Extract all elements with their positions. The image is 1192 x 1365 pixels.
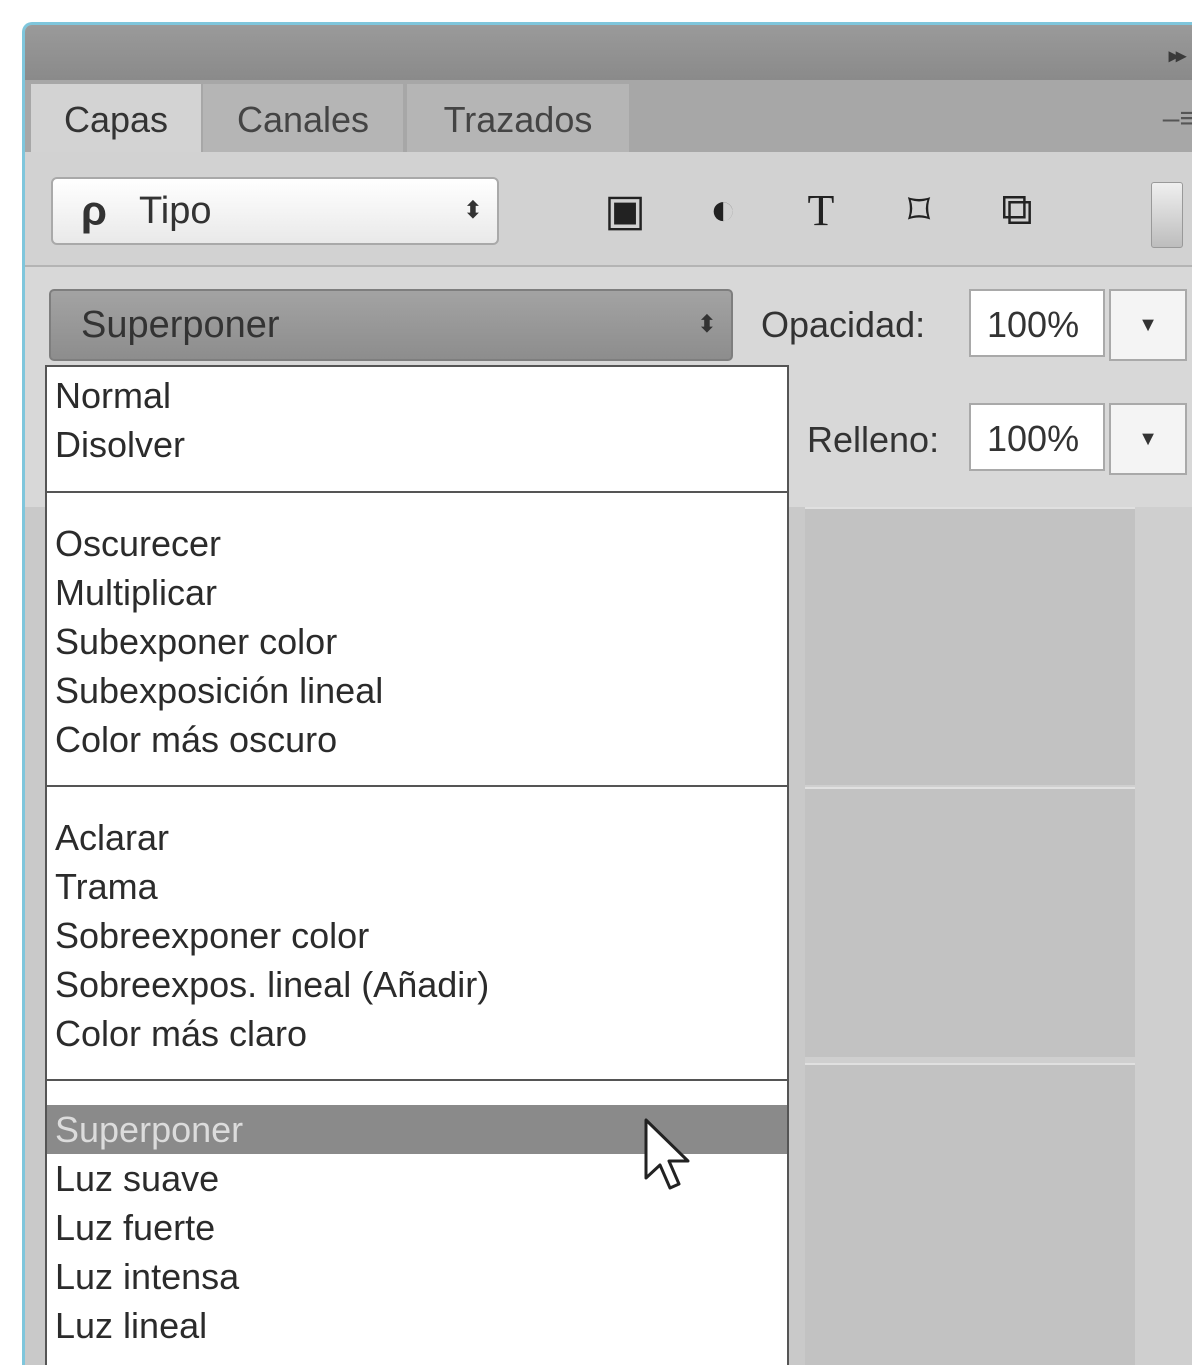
menu-item-luz-lineal[interactable]: Luz lineal bbox=[47, 1301, 787, 1350]
blend-mode-value: Superponer bbox=[81, 304, 280, 346]
layer-row[interactable] bbox=[805, 787, 1135, 1057]
menu-item-luz-intensa[interactable]: Luz intensa bbox=[47, 1252, 787, 1301]
image-filter-icon[interactable]: ▣ bbox=[595, 180, 655, 240]
filter-row: ρ Tipo ⬍ ▣ ◐ T ⌑ ⧉ bbox=[25, 152, 1192, 267]
fill-field[interactable]: 100% bbox=[969, 403, 1105, 471]
opacity-field[interactable]: 100% bbox=[969, 289, 1105, 357]
collapse-icon[interactable]: ▸▸ bbox=[1169, 43, 1186, 68]
menu-group-darken: Oscurecer Multiplicar Subexponer color S… bbox=[47, 493, 787, 787]
layer-row[interactable] bbox=[805, 1063, 1135, 1365]
panel-titlebar[interactable]: ▸▸ bbox=[25, 25, 1192, 80]
menu-item-sobreexponer-color[interactable]: Sobreexponer color bbox=[47, 911, 787, 960]
menu-item-oscurecer[interactable]: Oscurecer bbox=[47, 519, 787, 568]
filter-kind-select[interactable]: ρ Tipo ⬍ bbox=[51, 177, 499, 245]
layer-row[interactable] bbox=[805, 507, 1135, 785]
menu-item-sobreexpos-lineal[interactable]: Sobreexpos. lineal (Añadir) bbox=[47, 960, 787, 1009]
filter-toggle-switch[interactable] bbox=[1151, 182, 1183, 248]
menu-item-aclarar[interactable]: Aclarar bbox=[47, 813, 787, 862]
tab-canales[interactable]: Canales bbox=[203, 84, 403, 152]
updown-arrows-icon: ⬍ bbox=[696, 311, 717, 338]
opacity-label: Opacidad: bbox=[761, 304, 926, 345]
search-icon: ρ bbox=[81, 187, 107, 234]
menu-group-lighten: Aclarar Trama Sobreexponer color Sobreex… bbox=[47, 787, 787, 1081]
menu-item-subexponer-color[interactable]: Subexponer color bbox=[47, 617, 787, 666]
panel-tabs: Capas Canales Trazados –≡ bbox=[25, 80, 1192, 152]
filter-kind-label: Tipo bbox=[139, 190, 212, 232]
smart-object-filter-icon[interactable]: ⧉ bbox=[987, 180, 1047, 240]
menu-item-subexposicion-lineal[interactable]: Subexposición lineal bbox=[47, 666, 787, 715]
updown-arrows-icon: ⬍ bbox=[462, 197, 483, 224]
menu-item-color-mas-claro[interactable]: Color más claro bbox=[47, 1009, 787, 1058]
fill-dropdown-button[interactable]: ▼ bbox=[1109, 403, 1187, 475]
type-filter-icon[interactable]: T bbox=[791, 180, 851, 240]
menu-item-luz-fuerte[interactable]: Luz fuerte bbox=[47, 1203, 787, 1252]
menu-item-normal[interactable]: Normal bbox=[47, 371, 787, 420]
adjustment-filter-icon[interactable]: ◐ bbox=[693, 180, 753, 240]
tab-capas[interactable]: Capas bbox=[31, 84, 201, 152]
tab-trazados[interactable]: Trazados bbox=[407, 84, 629, 152]
menu-item-trama[interactable]: Trama bbox=[47, 862, 787, 911]
layers-list bbox=[805, 507, 1192, 1365]
layers-panel: ▸▸ Capas Canales Trazados –≡ ρ Tipo ⬍ ▣ … bbox=[22, 22, 1192, 1365]
shape-filter-icon[interactable]: ⌑ bbox=[889, 180, 949, 240]
blend-mode-select[interactable]: Superponer ⬍ bbox=[49, 289, 733, 361]
fill-label: Relleno: bbox=[807, 419, 940, 460]
mouse-pointer-icon bbox=[644, 1118, 690, 1190]
blend-mode-menu: Normal Disolver Oscurecer Multiplicar Su… bbox=[45, 365, 789, 1365]
opacity-dropdown-button[interactable]: ▼ bbox=[1109, 289, 1187, 361]
menu-item-disolver[interactable]: Disolver bbox=[47, 420, 787, 469]
menu-item-color-mas-oscuro[interactable]: Color más oscuro bbox=[47, 715, 787, 764]
menu-item-multiplicar[interactable]: Multiplicar bbox=[47, 568, 787, 617]
panel-menu-icon[interactable]: –≡ bbox=[1163, 102, 1192, 136]
menu-group-normal: Normal Disolver bbox=[47, 367, 787, 493]
